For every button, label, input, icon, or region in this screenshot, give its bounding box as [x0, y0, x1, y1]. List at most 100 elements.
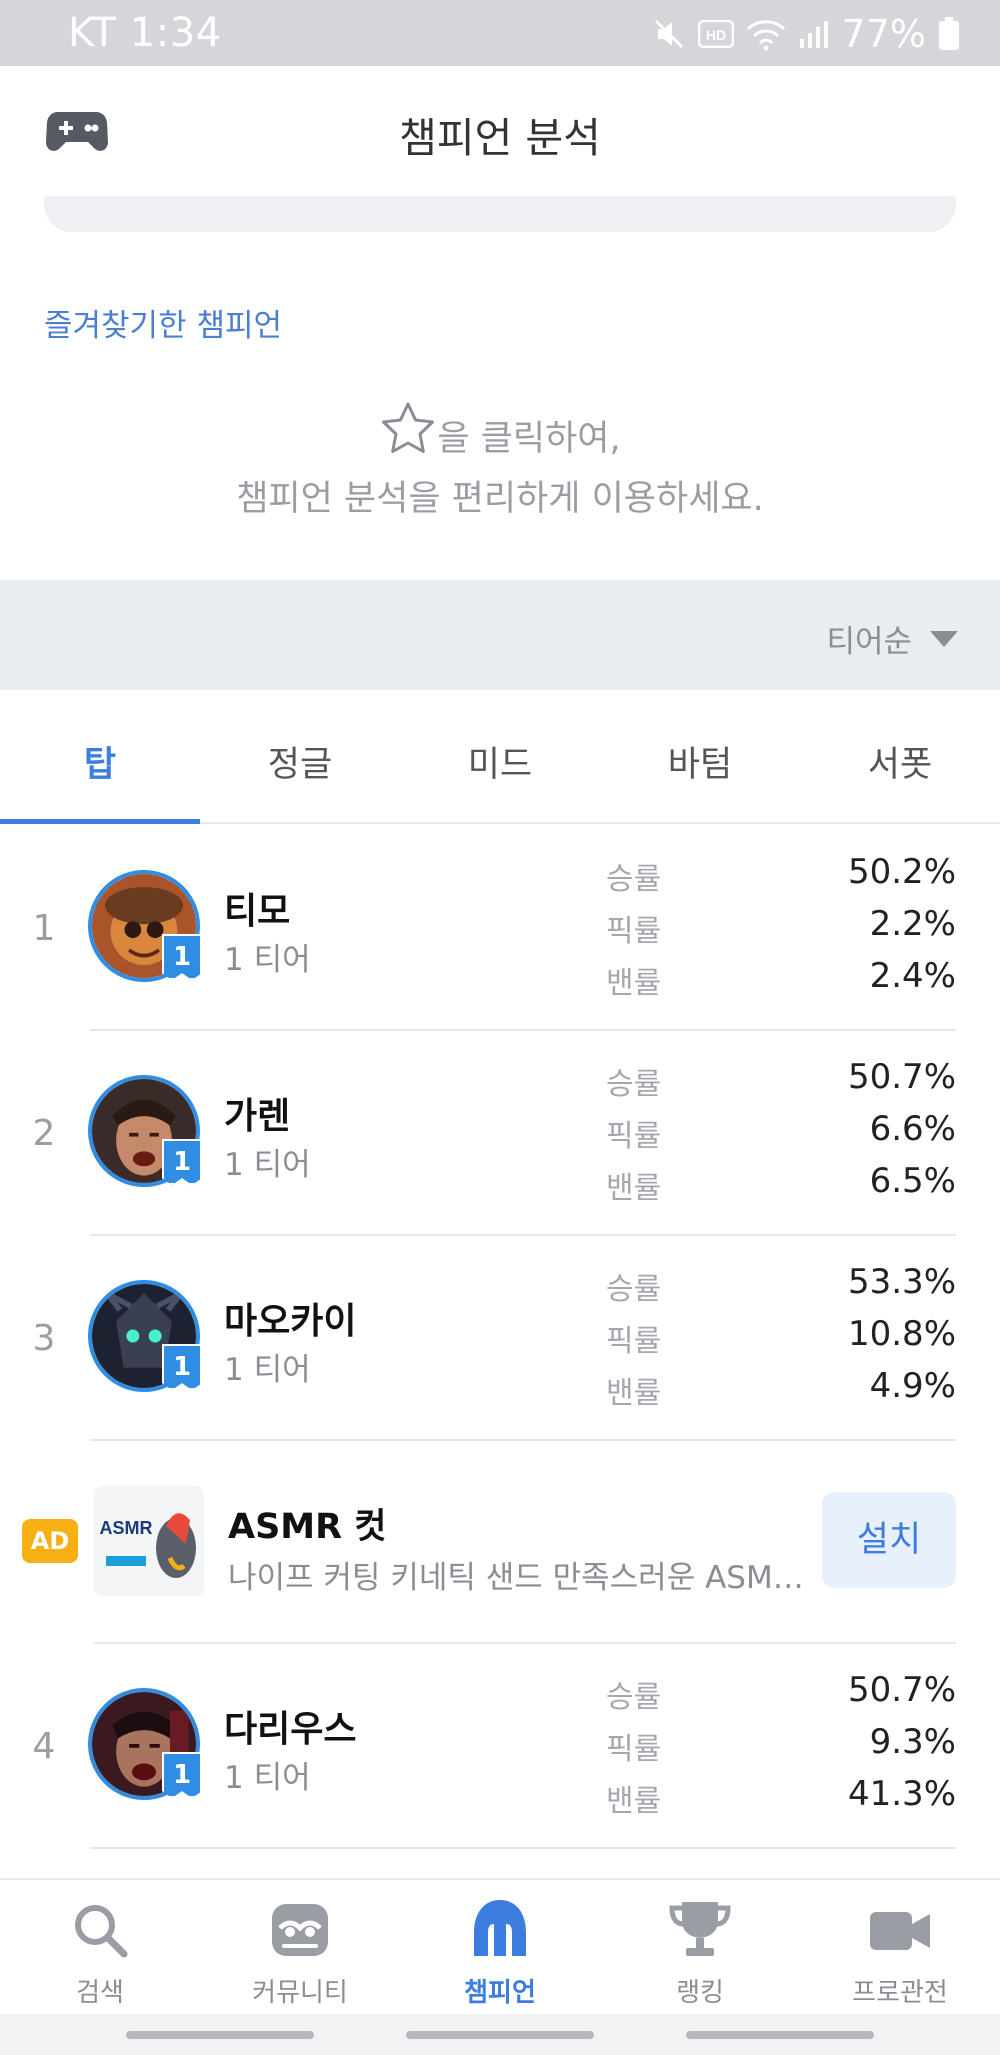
champion-row[interactable]: 4 1 다리우스 1 티어 승률 픽률 밴률 50.7% 9.3% 41.3% [0, 1644, 1000, 1849]
champion-rank: 1 [32, 908, 56, 949]
bottom-nav: 검색 커뮤니티 챔피언 랭킹 프로관전 [0, 1878, 1000, 2014]
nav-label: 랭킹 [676, 1978, 724, 2008]
sort-dropdown[interactable]: 티어순 [826, 616, 958, 661]
tier-badge: 1 [162, 1139, 202, 1185]
stat-label-pick: 픽률 [606, 1732, 662, 1767]
nav-ranking[interactable]: 랭킹 [600, 1880, 800, 2016]
divider [90, 1847, 956, 1849]
ad-badge: AD [22, 1519, 78, 1563]
ad-image-text: ASMR [100, 1518, 153, 1538]
tab-top[interactable]: 탑 [0, 690, 200, 824]
champion-name: 마오카이 [224, 1301, 357, 1342]
nav-label: 커뮤니티 [252, 1978, 348, 2008]
favorites-hint-line1: 을 클릭하여, [437, 419, 621, 459]
sort-bar: 티어순 [0, 580, 1000, 690]
mute-icon [654, 19, 683, 49]
stat-label-ban: 밴률 [606, 1784, 662, 1819]
champion-tier: 1 티어 [224, 942, 311, 978]
nav-champion[interactable]: 챔피언 [400, 1880, 600, 2016]
page-title: 챔피언 분석 [399, 114, 601, 162]
stat-value-win: 50.7% [847, 1670, 956, 1710]
battery-icon [939, 17, 959, 50]
stat-label-win: 승률 [606, 1067, 662, 1102]
video-camera-icon [870, 1912, 930, 1950]
tab-support[interactable]: 서폿 [800, 690, 1000, 822]
app-header: 챔피언 분석 [0, 66, 1000, 200]
sort-selected-label: 티어순 [826, 624, 912, 660]
status-bar: KT 1:34 HD 77% [0, 0, 1000, 66]
stat-label-pick: 픽률 [606, 914, 662, 949]
ad-title: ASMR 컷 [228, 1507, 387, 1547]
ad-app-icon: ASMR [94, 1486, 204, 1596]
nav-label: 검색 [76, 1978, 124, 2008]
tab-mid[interactable]: 미드 [400, 690, 600, 822]
champion-row[interactable]: 2 1 가렌 1 티어 승률 픽률 밴률 50.7% 6.6% 6.5% [0, 1031, 1000, 1236]
favorites-hint: 을 클릭하여, 챔피언 분석을 편리하게 이용하세요. [0, 400, 1000, 529]
nav-label: 챔피언 [464, 1978, 536, 2008]
gesture-home[interactable] [406, 2031, 594, 2039]
nav-label: 프로관전 [852, 1978, 948, 2008]
status-carrier-time: KT 1:34 [68, 10, 222, 56]
gesture-back[interactable] [686, 2031, 874, 2039]
stat-label-pick: 픽률 [606, 1119, 662, 1154]
stat-label-win: 승률 [606, 1272, 662, 1307]
champion-tier: 1 티어 [224, 1760, 311, 1796]
champion-rank: 3 [32, 1318, 56, 1359]
search-box-edge[interactable] [44, 196, 956, 232]
champion-name: 티모 [224, 891, 291, 932]
stat-label-pick: 픽률 [606, 1324, 662, 1359]
search-icon [75, 1905, 128, 1958]
champion-name: 가렌 [224, 1096, 291, 1137]
status-icons: HD 77% [652, 12, 960, 56]
champion-row[interactable]: 1 1 티모 1 티어 승률 픽률 밴률 50.2% 2.2% 2.4% [0, 826, 1000, 1031]
position-tabs: 탑 정글 미드 바텀 서폿 [0, 690, 1000, 824]
wifi-icon [746, 20, 785, 51]
dropdown-arrow-icon [930, 630, 958, 647]
stat-value-win: 50.2% [847, 852, 956, 892]
tier-badge: 1 [162, 934, 202, 980]
gesture-recent[interactable] [126, 2031, 314, 2039]
champion-tier: 1 티어 [224, 1352, 311, 1388]
tier-badge: 1 [162, 1752, 202, 1798]
star-outline-icon [382, 402, 435, 453]
stat-value-ban: 6.5% [869, 1161, 956, 1201]
stat-value-win: 50.7% [847, 1057, 956, 1097]
svg-text:HD: HD [705, 27, 725, 43]
favorites-hint-line2: 챔피언 분석을 편리하게 이용하세요. [236, 479, 764, 519]
stat-label-win: 승률 [606, 1680, 662, 1715]
nav-search[interactable]: 검색 [0, 1880, 200, 2016]
nav-community[interactable]: 커뮤니티 [200, 1880, 400, 2016]
ad-description: 나이프 커팅 키네틱 샌드 만족스러운 ASMR 게임 [228, 1560, 808, 1596]
ad-row[interactable]: AD ASMR ASMR 컷 나이프 커팅 키네틱 샌드 만족스러운 ASMR … [0, 1440, 1000, 1644]
nav-pro-watch[interactable]: 프로관전 [800, 1880, 1000, 2016]
champion-name: 다리우스 [224, 1709, 357, 1750]
stat-value-win: 53.3% [847, 1262, 956, 1302]
tab-bottom[interactable]: 바텀 [600, 690, 800, 822]
tab-jungle[interactable]: 정글 [200, 690, 400, 822]
stat-label-ban: 밴률 [606, 1171, 662, 1206]
favorites-title: 즐겨찾기한 챔피언 [44, 308, 283, 344]
champion-row[interactable]: 3 1 마오카이 1 티어 승률 픽률 밴률 53.3% 10.8% 4.9% [0, 1236, 1000, 1441]
stat-label-ban: 밴률 [606, 966, 662, 1001]
stat-value-ban: 2.4% [869, 956, 956, 996]
stat-label-win: 승률 [606, 862, 662, 897]
stat-value-pick: 9.3% [869, 1722, 956, 1762]
battery-percent: 77% [841, 12, 926, 56]
trophy-icon [669, 1902, 731, 1956]
install-button[interactable]: 설치 [822, 1492, 956, 1588]
champion-tier: 1 티어 [224, 1147, 311, 1183]
stat-value-pick: 2.2% [869, 904, 956, 944]
champion-rank: 2 [32, 1113, 56, 1154]
tier-badge: 1 [162, 1344, 202, 1390]
signal-icon [799, 21, 828, 48]
stat-label-ban: 밴률 [606, 1376, 662, 1411]
stat-value-ban: 4.9% [869, 1366, 956, 1406]
stat-value-pick: 6.6% [869, 1109, 956, 1149]
champion-helmet-icon [474, 1900, 526, 1956]
stat-value-ban: 41.3% [847, 1774, 956, 1814]
stat-value-pick: 10.8% [847, 1314, 956, 1354]
champion-rank: 4 [32, 1726, 56, 1767]
community-icon [272, 1904, 328, 1956]
hd-icon: HD [697, 20, 734, 48]
system-gesture-bar [0, 2014, 1000, 2055]
